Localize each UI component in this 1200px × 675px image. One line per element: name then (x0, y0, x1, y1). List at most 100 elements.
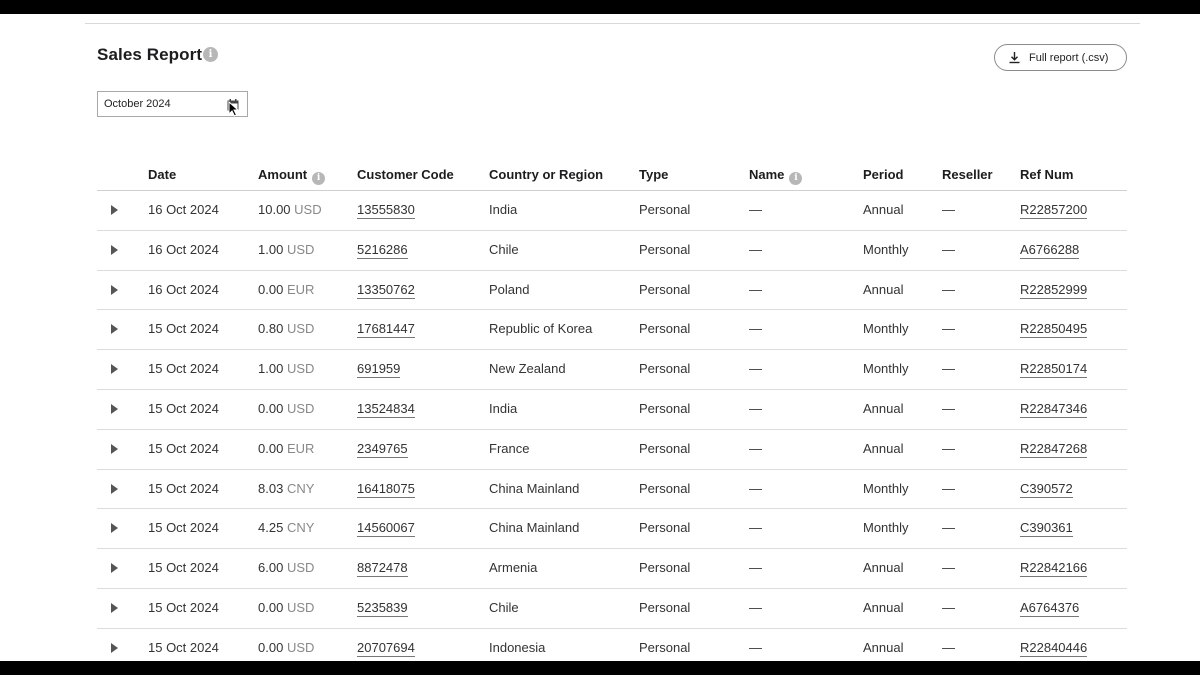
column-header-type[interactable]: Type (639, 167, 668, 182)
amount-currency: USD (294, 202, 322, 217)
customer-code-link[interactable]: 14560067 (357, 520, 415, 538)
cell-reseller: — (942, 639, 955, 655)
table-row[interactable]: 16 Oct 2024 10.00 USD 13555830 India Per… (97, 191, 1127, 231)
cell-period: Monthly (863, 321, 909, 337)
info-icon[interactable]: i (203, 47, 218, 62)
column-header-amount[interactable]: Amount i (258, 167, 326, 185)
ref-num-link[interactable]: R22840446 (1020, 639, 1088, 657)
table-row[interactable]: 15 Oct 2024 0.00 EUR 2349765 France Pers… (97, 430, 1127, 470)
ref-num-link[interactable]: R22842166 (1020, 560, 1088, 578)
ref-num-link[interactable]: R22850174 (1020, 361, 1088, 379)
column-header-customer-code[interactable]: Customer Code (357, 167, 454, 182)
cell-amount: 0.00 USD (258, 600, 314, 615)
customer-code-link[interactable]: 2349765 (357, 440, 408, 458)
column-header-period[interactable]: Period (863, 167, 903, 182)
month-picker[interactable]: October 2024 (97, 91, 248, 117)
column-header-reseller[interactable]: Reseller (942, 167, 993, 182)
column-header-name[interactable]: Name i (749, 167, 803, 185)
table-row[interactable]: 15 Oct 2024 0.00 USD 13524834 India Pers… (97, 390, 1127, 430)
expand-caret-icon[interactable] (111, 403, 118, 414)
cell-ref-num: R22850495 (1020, 321, 1088, 339)
expand-caret-icon[interactable] (111, 642, 118, 653)
cell-period: Annual (863, 281, 904, 297)
column-header-date[interactable]: Date (148, 167, 176, 182)
cell-reseller: — (942, 361, 955, 377)
cell-period: Annual (863, 202, 904, 217)
cell-name: — (749, 202, 762, 217)
cell-ref-num: R22847346 (1020, 400, 1088, 418)
table-row[interactable]: 15 Oct 2024 0.00 USD 5235839 Chile Perso… (97, 589, 1127, 629)
ref-num-link[interactable]: C390572 (1020, 480, 1073, 498)
cell-country: France (489, 440, 530, 456)
customer-code-link[interactable]: 16418075 (357, 480, 415, 498)
expand-caret-icon[interactable] (111, 244, 118, 255)
ref-num-link[interactable]: R22847268 (1020, 440, 1088, 458)
cell-ref-num: C390361 (1020, 520, 1073, 538)
column-header-amount-label: Amount (258, 167, 308, 182)
cell-date: 16 Oct 2024 (148, 202, 219, 217)
customer-code-link[interactable]: 13524834 (357, 400, 415, 418)
column-header-country[interactable]: Country or Region (489, 167, 603, 182)
table-row[interactable]: 15 Oct 2024 1.00 USD 691959 New Zealand … (97, 350, 1127, 390)
letterbox-bottom (0, 661, 1200, 675)
ref-num-link[interactable]: A6764376 (1020, 599, 1080, 617)
cell-name: — (749, 440, 762, 456)
cell-type: Personal (639, 321, 691, 337)
info-icon[interactable]: i (789, 172, 803, 185)
table-row[interactable]: 15 Oct 2024 0.00 USD 20707694 Indonesia … (97, 629, 1127, 661)
month-picker-value: October 2024 (104, 98, 171, 110)
ref-num-link[interactable]: R22847346 (1020, 400, 1088, 418)
amount-currency: USD (286, 361, 315, 377)
amount-currency: EUR (286, 440, 315, 456)
customer-code-link[interactable]: 17681447 (357, 321, 415, 339)
ref-num-link[interactable]: R22857200 (1020, 202, 1088, 219)
amount-value: 0.00 (258, 281, 284, 297)
amount-value: 0.00 (258, 400, 284, 416)
amount-currency: USD (286, 560, 315, 576)
expand-caret-icon[interactable] (111, 324, 118, 335)
expand-caret-icon[interactable] (111, 443, 118, 454)
table-row[interactable]: 16 Oct 2024 0.00 EUR 13350762 Poland Per… (97, 271, 1127, 311)
table-header: Date Amount i Customer Code Country or Re… (97, 159, 1127, 191)
expand-caret-icon[interactable] (111, 523, 118, 534)
customer-code-link[interactable]: 13555830 (357, 202, 415, 219)
ref-num-link[interactable]: A6766288 (1020, 241, 1080, 259)
customer-code-link[interactable]: 20707694 (357, 639, 415, 657)
cell-type: Personal (639, 440, 691, 456)
expand-caret-icon[interactable] (111, 364, 118, 375)
cell-country: Armenia (489, 560, 538, 576)
expand-caret-icon[interactable] (111, 563, 118, 574)
cell-name: — (749, 321, 762, 337)
download-full-report-button[interactable]: Full report (.csv) (994, 44, 1127, 71)
cell-name: — (749, 400, 762, 416)
ref-num-link[interactable]: R22852999 (1020, 281, 1088, 299)
column-header-ref-num[interactable]: Ref Num (1020, 167, 1073, 182)
table-row[interactable]: 16 Oct 2024 1.00 USD 5216286 Chile Perso… (97, 231, 1127, 271)
table-row[interactable]: 15 Oct 2024 6.00 USD 8872478 Armenia Per… (97, 549, 1127, 589)
cell-date: 15 Oct 2024 (148, 400, 219, 416)
ref-num-link[interactable]: C390361 (1020, 520, 1073, 538)
cell-type: Personal (639, 560, 691, 576)
info-icon[interactable]: i (312, 172, 326, 185)
expand-caret-icon[interactable] (111, 602, 118, 613)
table-row[interactable]: 15 Oct 2024 4.25 CNY 14560067 China Main… (97, 509, 1127, 550)
customer-code-link[interactable]: 5216286 (357, 241, 408, 259)
cell-amount: 0.00 EUR (258, 282, 314, 297)
customer-code-link[interactable]: 8872478 (357, 560, 408, 578)
customer-code-link[interactable]: 5235839 (357, 599, 408, 617)
customer-code-link[interactable]: 691959 (357, 361, 401, 379)
cell-amount: 1.00 USD (258, 361, 314, 376)
expand-caret-icon[interactable] (111, 284, 118, 295)
expand-caret-icon[interactable] (111, 205, 118, 215)
page-title: Sales Report (97, 45, 203, 64)
cell-country: Republic of Korea (489, 321, 593, 337)
ref-num-link[interactable]: R22850495 (1020, 321, 1088, 339)
sales-table: Date Amount i Customer Code Country or Re… (97, 159, 1127, 661)
table-row[interactable]: 15 Oct 2024 0.80 USD 17681447 Republic o… (97, 310, 1127, 351)
table-row[interactable]: 15 Oct 2024 8.03 CNY 16418075 China Main… (97, 470, 1127, 510)
customer-code-link[interactable]: 13350762 (357, 281, 415, 299)
amount-value: 1.00 (258, 241, 284, 257)
cell-reseller: — (942, 480, 955, 496)
cell-name: — (749, 639, 762, 655)
expand-caret-icon[interactable] (111, 483, 118, 494)
